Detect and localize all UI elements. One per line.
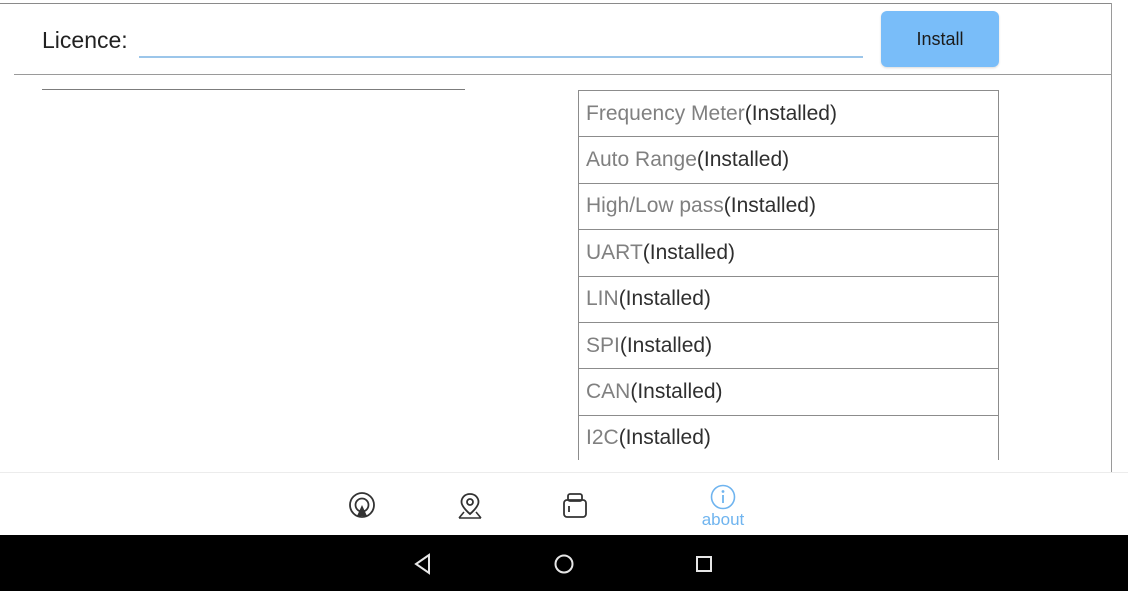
header-divider [14,74,1112,75]
module-item-i2c[interactable]: I2C (Installed) [579,416,998,460]
nav-item-device[interactable] [553,478,597,534]
nav-label-about: about [701,509,745,529]
module-item-can[interactable]: CAN (Installed) [579,369,998,416]
module-name: UART [586,240,643,264]
module-item-frequency-meter[interactable]: Frequency Meter (Installed) [579,91,998,138]
module-status: (Installed) [618,287,711,311]
module-status: (Installed) [696,148,790,172]
back-button[interactable] [408,549,438,579]
oscilloscope-icon [349,492,375,518]
module-name: SPI [586,333,620,357]
top-border [0,3,1112,4]
home-icon [554,554,574,574]
app-window: Licence: Install Frequency Meter (Install… [0,0,1128,591]
module-name: High/Low pass [586,194,724,218]
module-status: (Installed) [744,101,837,125]
module-status: (Installed) [630,380,723,404]
home-button[interactable] [549,549,579,579]
module-name: Frequency Meter [586,101,745,125]
module-name: Auto Range [586,148,697,172]
module-item-high-low-pass[interactable]: High/Low pass (Installed) [579,184,998,231]
module-item-auto-range[interactable]: Auto Range (Installed) [579,137,998,184]
bottom-nav-divider [0,472,1128,473]
info-icon [710,484,736,509]
left-panel-divider [42,89,465,90]
recents-icon [696,556,712,572]
recents-button[interactable] [689,549,719,579]
module-name: LIN [586,287,619,311]
licence-label: Licence: [42,27,128,53]
system-navigation-bar [0,535,1128,591]
module-status: (Installed) [619,333,713,357]
licence-input[interactable] [139,24,863,58]
module-item-spi[interactable]: SPI (Installed) [579,323,998,370]
module-status: (Installed) [618,426,711,450]
module-status: (Installed) [642,240,735,264]
device-icon [563,493,587,518]
install-button[interactable]: Install [881,11,999,67]
module-name: CAN [586,380,631,404]
location-pin-icon [458,493,482,519]
nav-item-location[interactable] [448,478,492,534]
nav-item-about[interactable]: about [690,478,756,534]
back-icon [414,553,430,575]
module-item-lin[interactable]: LIN (Installed) [579,277,998,323]
module-status: (Installed) [723,194,816,218]
module-list[interactable]: Frequency Meter (Installed) Auto Range (In… [578,90,999,460]
module-item-uart[interactable]: UART (Installed) [579,230,998,277]
module-name: I2C [586,426,619,450]
nav-item-oscilloscope[interactable] [340,478,384,534]
